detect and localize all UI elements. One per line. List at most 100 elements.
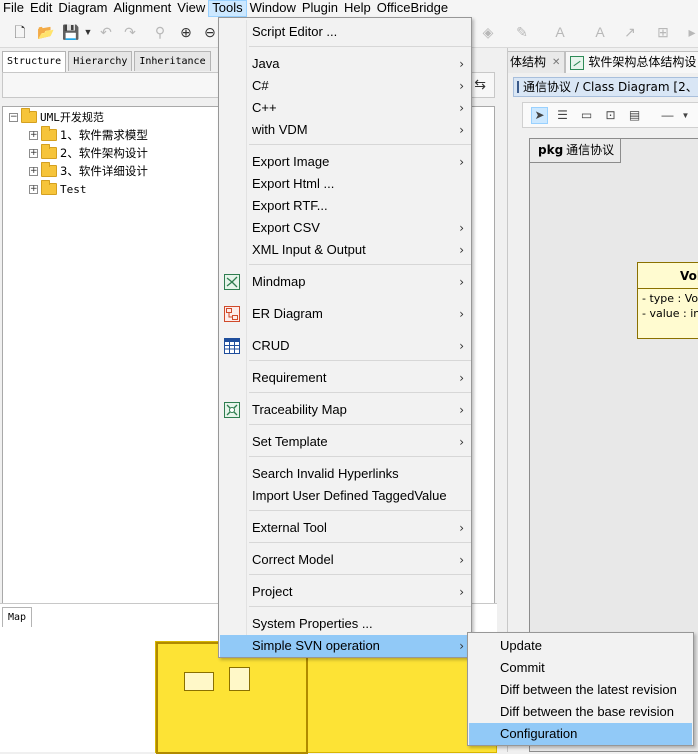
tab-diagram-architecture[interactable]: 软件架构总体结构设 [565, 51, 698, 73]
menu-plugin[interactable]: Plugin [299, 0, 341, 17]
menu-item-configuration[interactable]: Configuration [469, 723, 692, 745]
collapse-icon[interactable]: − [9, 112, 18, 122]
line-style-icon[interactable]: ↗ [622, 24, 638, 40]
tree-node-architecture[interactable]: + 2、软件架构设计 [29, 144, 148, 161]
menu-item-label: Update [500, 638, 542, 653]
menu-item-export-image[interactable]: Export Image › [220, 151, 470, 173]
menu-item-diff-base[interactable]: Diff between the base revision [469, 701, 692, 723]
tree-node-root[interactable]: − UML开发规范 [9, 108, 104, 125]
close-icon[interactable]: ✕ [552, 52, 560, 73]
line-color-icon[interactable]: ✎ [514, 24, 530, 40]
class-tool-icon[interactable]: ☰ [554, 107, 571, 124]
undo-icon[interactable]: ↶ [98, 24, 114, 40]
menu-separator [249, 264, 471, 265]
expand-icon[interactable]: + [29, 148, 38, 158]
class-element[interactable]: Vol - type : Vo - value : in [637, 262, 698, 339]
menu-item-correct-model[interactable]: Correct Model › [220, 549, 470, 571]
redo-icon[interactable]: ↷ [122, 24, 138, 40]
menu-item-script-editor[interactable]: Script Editor ... [220, 21, 470, 43]
tab-diagram-structure[interactable]: 体结构 ✕ [508, 51, 566, 73]
open-folder-icon[interactable]: 📂 [37, 24, 54, 40]
menu-item-cpp[interactable]: C++ › [220, 97, 470, 119]
class-name: Vol [638, 263, 698, 289]
select-tool-icon[interactable]: ➤ [531, 107, 548, 124]
menu-item-project[interactable]: Project › [220, 581, 470, 603]
package-frame-tab[interactable]: pkg 通信协议 [530, 139, 622, 163]
menu-file[interactable]: File [0, 0, 27, 17]
menu-item-export-html[interactable]: Export Html ... [220, 173, 470, 195]
menu-officebridge[interactable]: OfficeBridge [374, 0, 451, 17]
font-color-icon[interactable]: A [552, 24, 568, 40]
menu-window[interactable]: Window [247, 0, 299, 17]
menu-item-update[interactable]: Update [469, 635, 692, 657]
menu-item-mindmap[interactable]: Mindmap › [220, 271, 470, 293]
mini-class-box [184, 672, 214, 691]
menu-item-xml-io[interactable]: XML Input & Output › [220, 239, 470, 261]
zoom-out-icon[interactable]: ⊖ [202, 24, 218, 40]
menu-item-traceability-map[interactable]: Traceability Map › [220, 399, 470, 421]
mindmap-icon [224, 274, 240, 290]
tree-node-detailed-design[interactable]: + 3、软件详细设计 [29, 162, 148, 179]
tree-node-test[interactable]: + Test [29, 180, 87, 197]
package-tool-icon[interactable]: ▭ [578, 107, 595, 124]
menu-item-diff-latest[interactable]: Diff between the latest revision [469, 679, 692, 701]
new-file-icon[interactable]: 🗋 [12, 24, 28, 40]
tab-structure[interactable]: Structure [2, 51, 67, 72]
sync-arrows-icon[interactable]: ⇆ [474, 76, 486, 93]
menu-item-system-properties[interactable]: System Properties ... [220, 613, 470, 635]
menu-item-java[interactable]: Java › [220, 53, 470, 75]
menu-item-csharp[interactable]: C# › [220, 75, 470, 97]
menu-item-search-invalid-hyperlinks[interactable]: Search Invalid Hyperlinks [220, 463, 470, 485]
menu-item-export-csv[interactable]: Export CSV › [220, 217, 470, 239]
menu-tools[interactable]: Tools [208, 0, 247, 17]
text-style-icon[interactable]: A [592, 24, 608, 40]
menu-item-simple-svn[interactable]: Simple SVN operation › [220, 635, 470, 657]
more-icon[interactable]: ▸ [684, 24, 698, 40]
expand-icon[interactable]: + [29, 130, 38, 140]
menu-item-label: with VDM [252, 122, 308, 137]
fill-color-icon[interactable]: ◈ [480, 24, 496, 40]
layout-icon[interactable]: ⊞ [655, 24, 671, 40]
menu-item-export-rtf[interactable]: Export RTF... [220, 195, 470, 217]
association-dropdown-icon[interactable]: ▼ [677, 107, 694, 124]
zoom-icon[interactable]: ⚲ [152, 24, 168, 40]
menu-item-import-tagged-value[interactable]: Import User Defined TaggedValue [220, 485, 470, 507]
package-name: 通信协议 [566, 143, 615, 157]
map-viewport-frame[interactable] [156, 642, 308, 754]
menu-view[interactable]: View [174, 0, 208, 17]
tab-map[interactable]: Map [2, 607, 33, 627]
submenu-arrow-icon: › [459, 123, 464, 137]
class-attribute[interactable]: - value : in [638, 306, 698, 321]
tree-node-requirements[interactable]: + 1、软件需求模型 [29, 126, 148, 143]
expand-icon[interactable]: + [29, 166, 38, 176]
menu-diagram[interactable]: Diagram [55, 0, 110, 17]
menu-edit[interactable]: Edit [27, 0, 55, 17]
menu-item-set-template[interactable]: Set Template › [220, 431, 470, 453]
save-icon[interactable]: 💾 [62, 24, 79, 40]
menu-item-requirement[interactable]: Requirement › [220, 367, 470, 389]
menu-item-vdm[interactable]: with VDM › [220, 119, 470, 141]
tab-inheritance[interactable]: Inheritance [134, 51, 211, 71]
association-tool-icon[interactable]: — [659, 107, 676, 124]
menu-item-label: Set Template [252, 434, 328, 449]
tree-node-label: 2、软件架构设计 [60, 146, 148, 160]
class-attribute[interactable]: - type : Vo [638, 291, 698, 306]
expand-icon[interactable]: + [29, 184, 38, 194]
tab-hierarchy[interactable]: Hierarchy [68, 51, 133, 71]
menu-item-commit[interactable]: Commit [469, 657, 692, 679]
submenu-arrow-icon: › [459, 553, 464, 567]
menu-item-er-diagram[interactable]: ER Diagram › [220, 303, 470, 325]
menu-alignment[interactable]: Alignment [110, 0, 174, 17]
menu-help[interactable]: Help [341, 0, 374, 17]
menu-separator [249, 360, 471, 361]
note-tool-icon[interactable]: ▤ [626, 107, 643, 124]
subsystem-tool-icon[interactable]: ⊡ [602, 107, 619, 124]
menu-item-external-tool[interactable]: External Tool › [220, 517, 470, 539]
menu-item-label: Commit [500, 660, 545, 675]
tree-node-label: UML开发规范 [40, 111, 104, 124]
save-dropdown-icon[interactable]: ▼ [80, 24, 96, 40]
zoom-in-icon[interactable]: ⊕ [178, 24, 194, 40]
folder-icon [41, 126, 57, 141]
diagram-save-icon[interactable] [517, 81, 519, 93]
menu-item-crud[interactable]: CRUD › [220, 335, 470, 357]
